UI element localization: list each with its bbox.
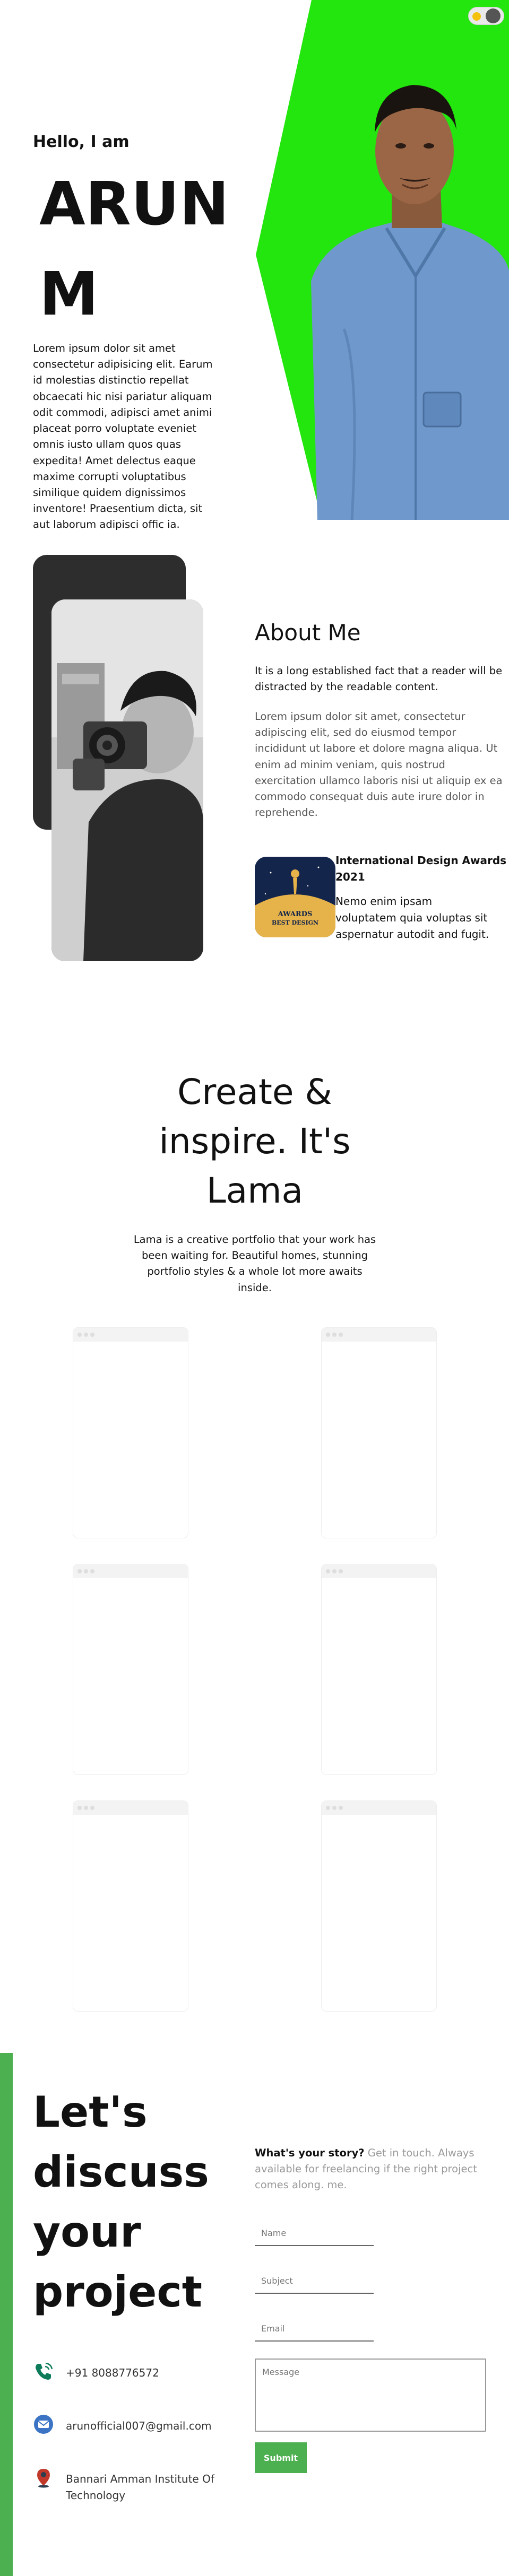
- sun-icon: [472, 12, 481, 21]
- award-badge-image: AWARDS BEST DESIGN: [255, 857, 335, 937]
- portfolio-card[interactable]: [73, 1800, 188, 2012]
- hero-intro: Lorem ipsum dolor sit amet consectetur a…: [33, 342, 213, 531]
- browser-bar: [322, 1801, 436, 1815]
- phone-icon: [36, 2362, 53, 2380]
- contact-heading: Let's discuss your project: [33, 2087, 209, 2317]
- submit-button[interactable]: Submit: [255, 2442, 307, 2473]
- portfolio-card[interactable]: [73, 1327, 188, 1538]
- browser-bar: [322, 1564, 436, 1578]
- contact-accent-strip: [0, 2053, 13, 2576]
- portfolio-title: Create & inspire. It's Lama: [159, 1072, 351, 1211]
- email-address: arunofficial007@gmail.com: [66, 2420, 212, 2432]
- browser-bar: [73, 1564, 188, 1578]
- name-input[interactable]: [255, 2221, 374, 2246]
- award-badge-line2: BEST DESIGN: [272, 919, 318, 926]
- hero-greeting: Hello, I am: [33, 133, 130, 151]
- hero-name: ARUN M: [39, 170, 229, 329]
- award-text: Nemo enim ipsam voluptatem quia voluptas…: [335, 895, 489, 941]
- browser-bar: [73, 1801, 188, 1815]
- theme-toggle[interactable]: [468, 7, 504, 25]
- about-lead: It is a long established fact that a rea…: [255, 665, 503, 693]
- about-title: About Me: [255, 620, 361, 646]
- about-photo: [51, 599, 203, 961]
- contact-story: What's your story? Get in touch. Always …: [255, 2145, 507, 2194]
- email-icon: [34, 2415, 53, 2434]
- award-badge-line1: AWARDS: [278, 910, 313, 918]
- portfolio-card[interactable]: [73, 1564, 188, 1775]
- portfolio-description: Lama is a creative portfolio that your w…: [133, 1233, 376, 1294]
- about-body: Lorem ipsum dolor sit amet, consectetur …: [255, 710, 503, 819]
- portfolio-card[interactable]: [321, 1564, 437, 1775]
- profile-photo: [311, 85, 509, 520]
- portfolio-card[interactable]: [321, 1800, 437, 2012]
- browser-bar: [322, 1328, 436, 1342]
- subject-input[interactable]: [255, 2268, 374, 2294]
- phone-number: +91 8088776572: [66, 2366, 159, 2379]
- email-input[interactable]: [255, 2316, 374, 2342]
- toggle-knob: [486, 8, 501, 23]
- hero-section: Hello, I am ARUN M Lorem ipsum dolor sit…: [0, 0, 509, 530]
- portfolio-card[interactable]: [321, 1327, 437, 1538]
- award-title: International Design Awards 2021: [335, 854, 507, 883]
- story-label: What's your story?: [255, 2147, 365, 2159]
- location-icon: [37, 2469, 50, 2488]
- address-text: Bannari Amman Institute Of Technology: [66, 2473, 214, 2502]
- browser-bar: [73, 1328, 188, 1342]
- message-textarea[interactable]: [255, 2359, 486, 2432]
